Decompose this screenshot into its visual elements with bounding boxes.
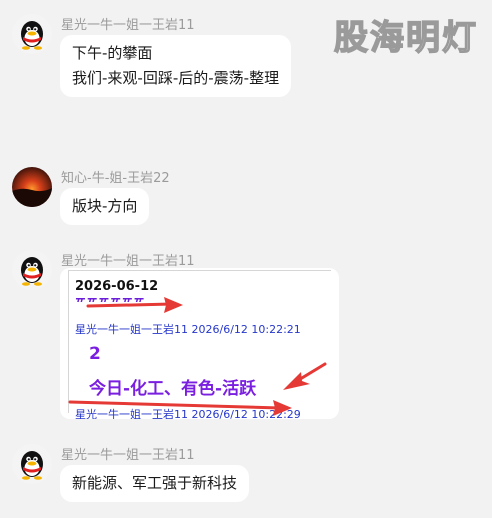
message-bubble[interactable]: 版块-方向 xyxy=(60,188,150,225)
message-bubble[interactable]: 下午-的攀面 我们-来观-回踩-后的-震荡-整理 xyxy=(60,35,292,97)
card-meta: 星光一牛一姐一王岩11 2026/6/12 10:22:29 xyxy=(75,408,301,419)
screenshot-card[interactable]: 2026-06-12 ###### ### 星光一牛一姐一王岩11 2026/6… xyxy=(60,268,339,419)
message-line: 下午-的攀面 xyxy=(72,44,153,62)
message-line: 版块-方向 xyxy=(72,197,138,215)
penguin-avatar[interactable] xyxy=(12,250,52,290)
penguin-avatar[interactable] xyxy=(12,444,52,484)
message-bubble[interactable]: 新能源、军工强于新科技 xyxy=(60,465,250,502)
watermark-logo: 股海明灯 xyxy=(333,17,478,58)
card-number: 2 xyxy=(89,344,101,364)
card-cut-text: ###### ### xyxy=(75,298,146,306)
card-border xyxy=(68,270,69,413)
sender-name: 知心-牛-姐-王岩22 xyxy=(61,171,170,186)
sunset-avatar[interactable] xyxy=(12,167,52,207)
card-headline: 今日-化工、有色-活跃 xyxy=(89,379,257,399)
penguin-avatar[interactable] xyxy=(12,14,52,54)
sender-name: 星光一牛一姐一王岩11 xyxy=(61,18,195,33)
card-border xyxy=(68,270,331,271)
message-line: 我们-来观-回踩-后的-震荡-整理 xyxy=(72,69,280,87)
sender-name: 星光一牛一姐一王岩11 xyxy=(61,254,195,269)
message-line: 新能源、军工强于新科技 xyxy=(72,474,238,492)
card-date: 2026-06-12 xyxy=(75,279,159,294)
card-meta: 星光一牛一姐一王岩11 2026/6/12 10:22:21 xyxy=(75,323,301,336)
sender-name: 星光一牛一姐一王岩11 xyxy=(61,448,195,463)
